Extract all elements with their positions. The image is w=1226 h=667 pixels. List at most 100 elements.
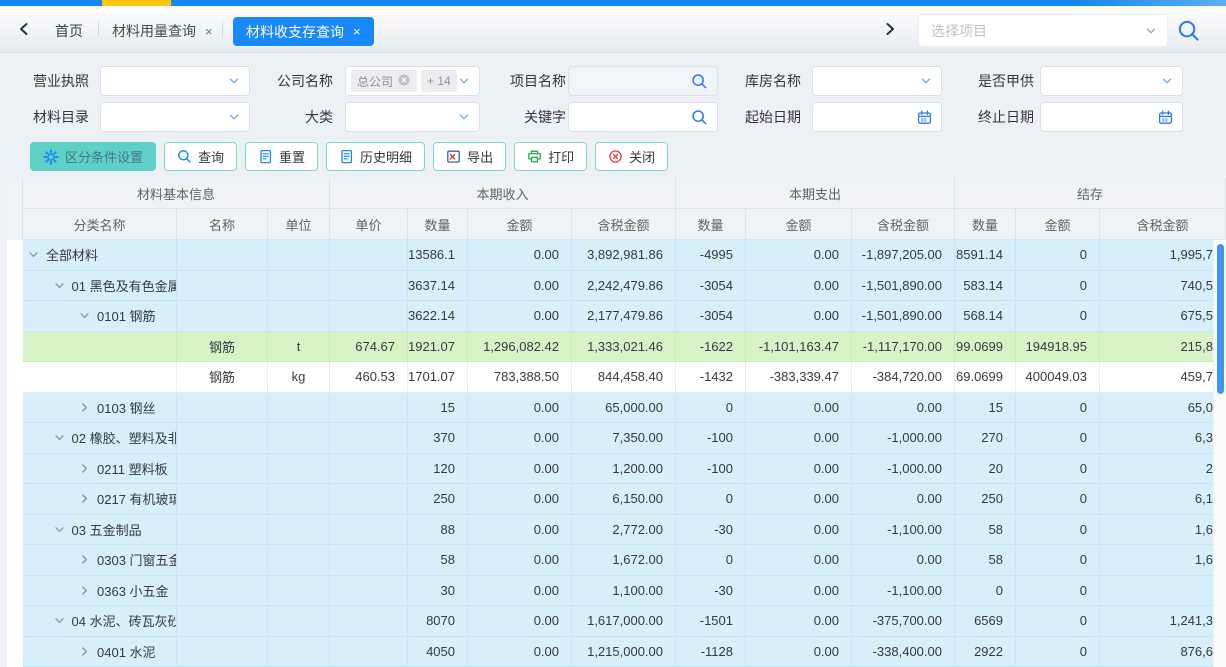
- name-cell: [177, 576, 268, 607]
- start-date-input[interactable]: [812, 102, 942, 132]
- expand-arrow-icon[interactable]: [54, 280, 65, 291]
- collapse-arrow-icon[interactable]: [79, 463, 90, 474]
- export-button[interactable]: 导出: [433, 142, 506, 171]
- project-name-search[interactable]: [568, 66, 718, 96]
- company-name-select[interactable]: 总公司 + 14: [345, 66, 480, 96]
- category-name: 0101 钢筋: [97, 306, 156, 325]
- collapse-arrow-icon[interactable]: [79, 493, 90, 504]
- value-cell: 215,8: [1100, 332, 1226, 363]
- table-row[interactable]: 钢筋t674.671921.071,296,082.421,333,021.46…: [7, 332, 1226, 363]
- table-row[interactable]: 02 橡胶、塑料及非金属材料3700.007,350.00-1000.00-1,…: [7, 423, 1226, 454]
- vertical-scrollbar-track[interactable]: [1213, 240, 1226, 667]
- home-tab[interactable]: 首页: [55, 21, 83, 41]
- tag-close-icon[interactable]: [397, 73, 411, 90]
- button-label: 区分条件设置: [65, 147, 143, 166]
- collapse-arrow-icon[interactable]: [79, 585, 90, 596]
- calendar-icon[interactable]: [1158, 110, 1173, 125]
- value-cell: -1,897,205.00: [852, 240, 955, 271]
- expand-arrow-icon[interactable]: [54, 432, 65, 443]
- column-header: 单位: [268, 209, 330, 240]
- value-cell: -30: [676, 576, 746, 607]
- row-spacer: [7, 454, 23, 485]
- table-row[interactable]: 0103 钢丝150.0065,000.0000.000.0015065,0: [7, 393, 1226, 424]
- search-icon: [177, 149, 192, 164]
- end-date-input[interactable]: [1040, 102, 1183, 132]
- calendar-icon[interactable]: [917, 110, 932, 125]
- table-row[interactable]: 钢筋kg460.531701.07783,388.50844,458.40-14…: [7, 362, 1226, 393]
- major-category-select[interactable]: [345, 102, 480, 132]
- is-owner-supplied-select[interactable]: [1040, 66, 1183, 96]
- tab-material-usage-query[interactable]: 材料用量查询 ×: [112, 21, 213, 41]
- expand-arrow-icon[interactable]: [28, 249, 39, 260]
- project-search-icon[interactable]: [1177, 19, 1201, 43]
- collapse-arrow-icon[interactable]: [79, 402, 90, 413]
- expand-arrow-icon[interactable]: [54, 615, 65, 626]
- column-header: 含税金额: [572, 209, 676, 240]
- material-catalog-select[interactable]: [100, 102, 250, 132]
- value-cell: -1,100.00: [852, 515, 955, 546]
- print-button[interactable]: 打印: [514, 142, 587, 171]
- vertical-scrollbar-thumb[interactable]: [1217, 244, 1224, 394]
- value-cell: 58: [955, 515, 1016, 546]
- column-header: 含税金额: [852, 209, 955, 240]
- value-cell: -4995: [676, 240, 746, 271]
- row-spacer: [7, 271, 23, 302]
- table-row[interactable]: 01 黑色及有色金属3637.140.002,242,479.86-30540.…: [7, 271, 1226, 302]
- expand-arrow-icon[interactable]: [79, 310, 90, 321]
- value-cell: 250: [955, 484, 1016, 515]
- table-row[interactable]: 全部材料13586.10.003,892,981.86-49950.00-1,8…: [7, 240, 1226, 271]
- button-label: 历史明细: [360, 147, 412, 166]
- category-cell: 02 橡胶、塑料及非金属材料: [23, 423, 177, 454]
- more-count-tag: + 14: [421, 70, 457, 92]
- value-cell: 0.00: [468, 515, 572, 546]
- close-tab-icon[interactable]: ×: [353, 24, 361, 39]
- value-cell: 1,333,021.46: [572, 332, 676, 363]
- tab-material-inventory-query[interactable]: 材料收支存查询 ×: [233, 17, 374, 46]
- tabs-forward-icon[interactable]: [882, 21, 898, 37]
- row-spacer: [7, 606, 23, 637]
- tab-divider: [222, 21, 223, 37]
- value-cell: 120: [408, 454, 468, 485]
- table-row[interactable]: 0401 水泥40500.001,215,000.00-11280.00-338…: [7, 637, 1226, 667]
- warehouse-name-select[interactable]: [812, 66, 942, 96]
- collapse-arrow-icon[interactable]: [79, 646, 90, 657]
- table-row[interactable]: 0363 小五金300.001,100.00-300.00-1,100.0000: [7, 576, 1226, 607]
- tabs-back-icon[interactable]: [16, 21, 32, 37]
- table-row[interactable]: 0303 门窗五金580.001,672.0000.000.005801,6: [7, 545, 1226, 576]
- keyword-search[interactable]: [568, 102, 718, 132]
- value-cell: 7,350.00: [572, 423, 676, 454]
- table-row[interactable]: 04 水泥、砖瓦灰砂制品80700.001,617,000.00-15010.0…: [7, 606, 1226, 637]
- close-tab-icon[interactable]: ×: [205, 24, 213, 39]
- value-cell: 6569: [955, 606, 1016, 637]
- unit-cell: kg: [268, 362, 330, 393]
- expand-arrow-icon[interactable]: [54, 524, 65, 535]
- value-cell: 6,3: [1100, 423, 1226, 454]
- business-license-select[interactable]: [100, 66, 250, 96]
- category-name: 全部材料: [46, 245, 98, 264]
- condition-settings-button[interactable]: 区分条件设置: [30, 142, 156, 171]
- value-cell: -1,501,890.00: [852, 271, 955, 302]
- row-spacer: [7, 301, 23, 332]
- collapse-arrow-icon[interactable]: [79, 554, 90, 565]
- value-cell: 88: [408, 515, 468, 546]
- column-header: 含税金额: [1100, 209, 1226, 240]
- value-cell: 459,7: [1100, 362, 1226, 393]
- history-detail-button[interactable]: 历史明细: [326, 142, 425, 171]
- printer-icon: [527, 149, 542, 164]
- value-cell: [1100, 576, 1226, 607]
- table-row[interactable]: 0101 钢筋3622.140.002,177,479.86-30540.00-…: [7, 301, 1226, 332]
- table-row[interactable]: 03 五金制品880.002,772.00-300.00-1,100.00580…: [7, 515, 1226, 546]
- table-row[interactable]: 0211 塑料板1200.001,200.00-1000.00-1,000.00…: [7, 454, 1226, 485]
- table-row[interactable]: 0217 有机玻璃2500.006,150.0000.000.0025006,1: [7, 484, 1226, 515]
- value-cell: 0: [676, 545, 746, 576]
- value-cell: [330, 637, 408, 667]
- value-cell: 0.00: [746, 423, 852, 454]
- reset-button[interactable]: 重置: [245, 142, 318, 171]
- query-button[interactable]: 查询: [164, 142, 237, 171]
- name-cell: [177, 454, 268, 485]
- project-select[interactable]: 选择项目: [918, 14, 1168, 47]
- close-button[interactable]: 关闭: [595, 142, 668, 171]
- value-cell: [330, 240, 408, 271]
- toolbar: 区分条件设置 查询重置 历史明细 导出打印关闭: [30, 142, 668, 171]
- unit-cell: [268, 545, 330, 576]
